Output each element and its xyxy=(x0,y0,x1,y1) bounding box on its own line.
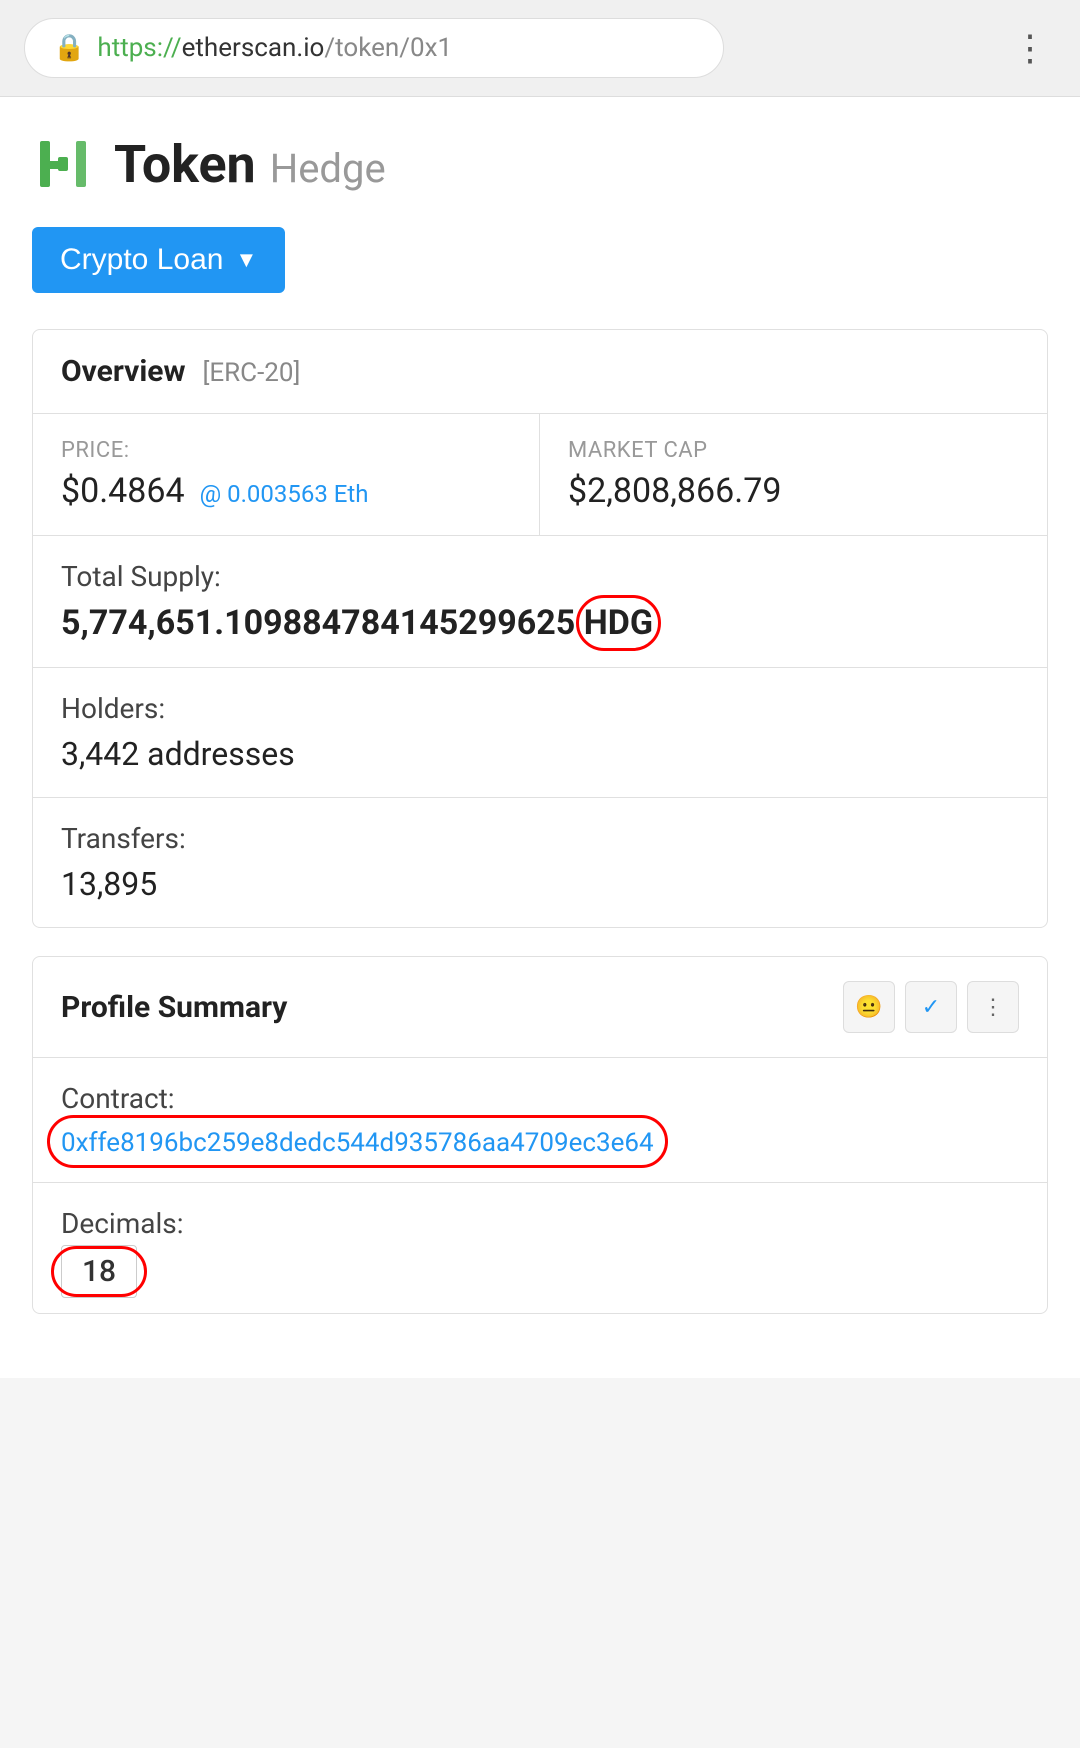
check-icon: ✓ xyxy=(922,994,940,1020)
overview-title: Overview xyxy=(61,354,186,389)
token-subtitle: Hedge xyxy=(270,145,386,192)
browser-bar: 🔒 https://etherscan.io/token/0x1 ⋮ xyxy=(0,0,1080,97)
transfers-value: 13,895 xyxy=(61,865,1019,903)
overview-card-header: Overview [ERC-20] xyxy=(33,330,1047,414)
token-header: Token Hedge xyxy=(32,133,1048,195)
decimals-value: 18 xyxy=(61,1245,137,1298)
overview-card: Overview [ERC-20] PRICE: $0.4864 @ 0.003… xyxy=(32,329,1048,928)
decimals-label: Decimals: xyxy=(61,1207,1019,1240)
token-title: Token Hedge xyxy=(114,134,386,195)
overview-badge: [ERC-20] xyxy=(202,358,300,388)
profile-summary-header: Profile Summary 😐 ✓ ⋮ xyxy=(33,957,1047,1058)
more-icon: ⋮ xyxy=(982,994,1004,1020)
crypto-loan-label: Crypto Loan xyxy=(60,243,223,277)
token-name: Token xyxy=(114,134,256,195)
overview-price-row: PRICE: $0.4864 @ 0.003563 Eth MARKET CAP… xyxy=(33,414,1047,536)
transfers-cell: Transfers: 13,895 xyxy=(33,798,1047,927)
contract-address-link[interactable]: 0xffe8196bc259e8dedc544d935786aa4709ec3e… xyxy=(61,1128,654,1158)
price-cell: PRICE: $0.4864 @ 0.003563 Eth xyxy=(33,414,540,536)
market-cap-label: MARKET CAP xyxy=(568,438,1019,463)
hdg-symbol: HDG xyxy=(584,603,653,643)
price-value: $0.4864 xyxy=(61,471,185,511)
url-text: https://etherscan.io/token/0x1 xyxy=(97,33,452,63)
contract-cell: Contract: 0xffe8196bc259e8dedc544d935786… xyxy=(33,1058,1047,1183)
profile-check-button[interactable]: ✓ xyxy=(905,981,957,1033)
transfers-label: Transfers: xyxy=(61,822,1019,855)
contract-address-wrapper: 0xffe8196bc259e8dedc544d935786aa4709ec3e… xyxy=(61,1125,654,1158)
page-content: Token Hedge Crypto Loan ▼ Overview [ERC-… xyxy=(0,97,1080,1378)
market-cap-cell: MARKET CAP $2,808,866.79 xyxy=(540,414,1047,536)
decimals-value-wrapper: 18 xyxy=(61,1254,137,1289)
profile-face-button[interactable]: 😐 xyxy=(843,981,895,1033)
face-icon: 😐 xyxy=(855,994,882,1020)
profile-more-button[interactable]: ⋮ xyxy=(967,981,1019,1033)
holders-value: 3,442 addresses xyxy=(61,735,1019,773)
total-supply-cell: Total Supply: 5,774,651.1098847841452996… xyxy=(33,536,1047,668)
token-logo xyxy=(32,133,94,195)
url-path: /token/0x1 xyxy=(324,33,452,63)
contract-address-row: 0xffe8196bc259e8dedc544d935786aa4709ec3e… xyxy=(61,1125,1019,1158)
price-eth: @ 0.003563 Eth xyxy=(200,480,369,508)
url-domain: etherscan.io xyxy=(182,33,325,63)
chevron-down-icon: ▼ xyxy=(235,247,257,273)
crypto-loan-button[interactable]: Crypto Loan ▼ xyxy=(32,227,285,293)
contract-label: Contract: xyxy=(61,1082,1019,1115)
market-cap-value: $2,808,866.79 xyxy=(568,471,1019,511)
price-value-row: $0.4864 @ 0.003563 Eth xyxy=(61,471,511,511)
decimals-cell: Decimals: 18 xyxy=(33,1183,1047,1313)
browser-menu-icon[interactable]: ⋮ xyxy=(1004,19,1056,77)
profile-actions: 😐 ✓ ⋮ xyxy=(843,981,1019,1033)
total-supply-value-row: 5,774,651.109884784145299625 HDG xyxy=(61,603,1019,643)
url-protocol: https:// xyxy=(97,33,181,63)
price-label: PRICE: xyxy=(61,438,511,463)
lock-icon: 🔒 xyxy=(53,33,85,63)
total-supply-value: 5,774,651.109884784145299625 HDG xyxy=(61,603,653,643)
total-supply-label: Total Supply: xyxy=(61,560,1019,593)
holders-cell: Holders: 3,442 addresses xyxy=(33,668,1047,798)
url-bar[interactable]: 🔒 https://etherscan.io/token/0x1 xyxy=(24,18,724,78)
profile-summary-title: Profile Summary xyxy=(61,990,287,1025)
holders-label: Holders: xyxy=(61,692,1019,725)
profile-summary-card: Profile Summary 😐 ✓ ⋮ Contract: 0xffe819… xyxy=(32,956,1048,1314)
